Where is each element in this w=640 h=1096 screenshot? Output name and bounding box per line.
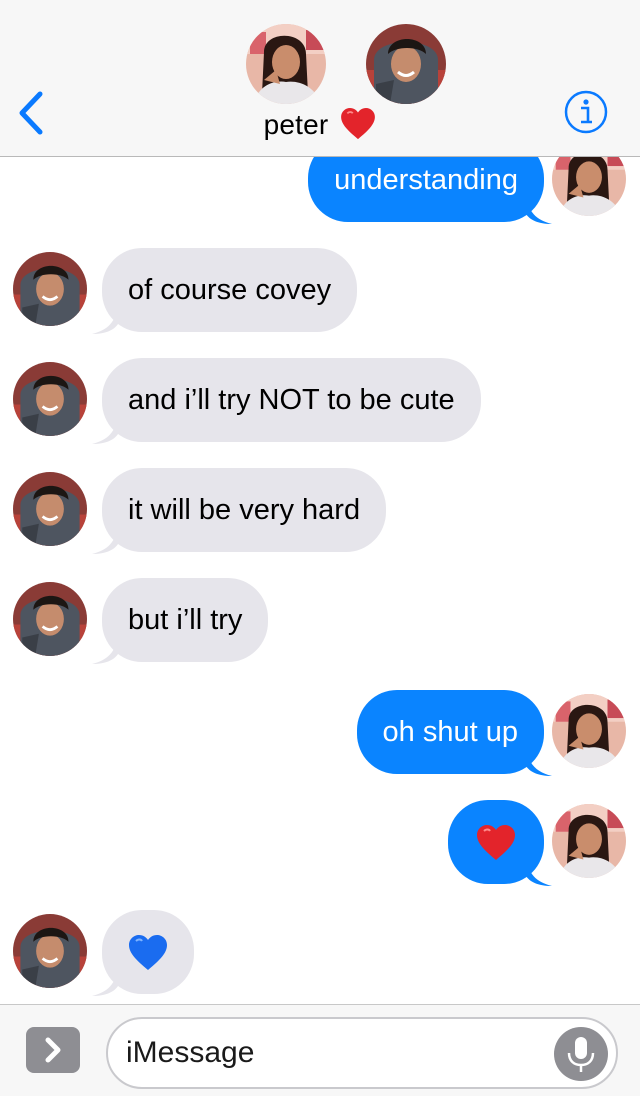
compose-bar	[0, 1004, 640, 1096]
peter-avatar[interactable]	[13, 582, 87, 656]
contact-name[interactable]: peter	[0, 108, 640, 141]
message-row: of course covey	[0, 248, 640, 334]
apps-chevron-icon	[45, 1037, 61, 1063]
contact-name-text: peter	[263, 109, 329, 140]
microphone-icon	[567, 1037, 595, 1072]
message-text: but i’ll try	[128, 604, 243, 636]
red-heart-icon	[340, 108, 376, 140]
bubble-tail	[526, 194, 552, 224]
apps-button[interactable]	[26, 1027, 80, 1073]
bubble-tail	[526, 856, 552, 886]
message-field[interactable]	[106, 1017, 618, 1089]
peter-avatar[interactable]	[13, 252, 87, 326]
incoming-bubble[interactable]: but i’ll try	[102, 578, 269, 662]
message-text: and i’ll try NOT to be cute	[128, 384, 455, 416]
message-thread[interactable]: understanding of course covey and i’ll t…	[0, 0, 640, 1096]
message-row	[0, 800, 640, 886]
incoming-bubble[interactable]: and i’ll try NOT to be cute	[102, 358, 481, 442]
message-text: oh shut up	[382, 716, 518, 748]
peter-avatar[interactable]	[13, 362, 87, 436]
blue-heart-icon	[128, 935, 168, 971]
contact-avatar-peter[interactable]	[366, 24, 446, 104]
incoming-bubble[interactable]: of course covey	[102, 248, 358, 332]
outgoing-bubble[interactable]: oh shut up	[356, 690, 544, 774]
peter-avatar[interactable]	[13, 472, 87, 546]
incoming-bubble[interactable]	[102, 910, 194, 994]
conversation-header: peter	[0, 0, 640, 157]
message-row: oh shut up	[0, 690, 640, 776]
contact-avatar-girl[interactable]	[246, 24, 326, 104]
peter-avatar[interactable]	[13, 914, 87, 988]
incoming-bubble[interactable]: it will be very hard	[102, 468, 387, 552]
message-text: understanding	[334, 164, 518, 196]
my-avatar[interactable]	[552, 694, 626, 768]
message-row: but i’ll try	[0, 578, 640, 664]
message-row: and i’ll try NOT to be cute	[0, 358, 640, 444]
microphone-button[interactable]	[554, 1027, 608, 1081]
my-avatar[interactable]	[552, 804, 626, 878]
info-icon[interactable]	[563, 89, 609, 135]
bubble-tail	[526, 746, 552, 776]
message-input[interactable]	[126, 1031, 546, 1075]
message-text: of course covey	[128, 274, 332, 306]
message-text: it will be very hard	[128, 494, 361, 526]
message-row: it will be very hard	[0, 468, 640, 554]
red-heart-icon	[476, 825, 516, 861]
message-row	[0, 910, 640, 996]
